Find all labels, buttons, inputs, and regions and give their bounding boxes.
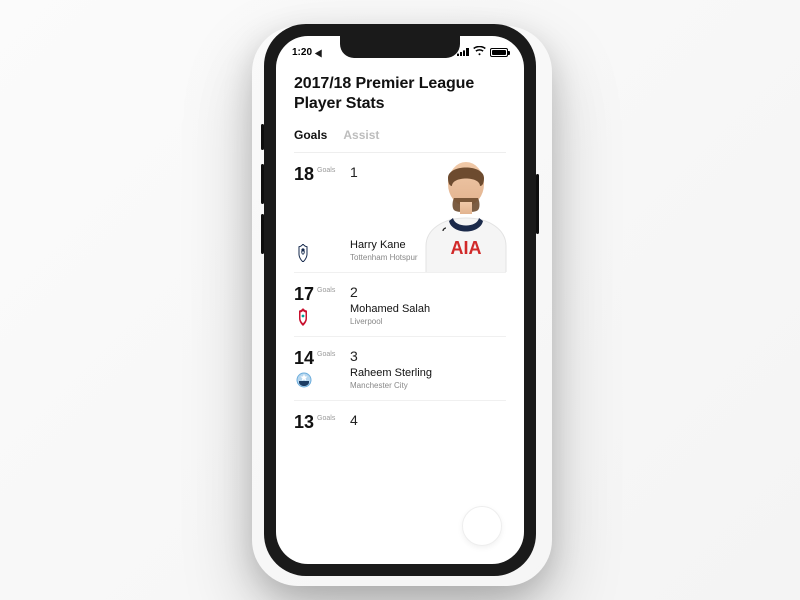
goals-value: 18 <box>294 164 314 184</box>
goals-label: Goals <box>317 415 335 422</box>
club-badge-icon <box>296 244 310 262</box>
goals-value: 14 <box>294 348 314 368</box>
location-icon <box>315 47 325 57</box>
wifi-icon <box>473 46 486 59</box>
player-team: Liverpool <box>350 317 506 326</box>
notch <box>340 36 460 58</box>
player-team: Manchester City <box>350 381 506 390</box>
page-title-line1: 2017/18 Premier League <box>294 75 474 92</box>
tab-goals[interactable]: Goals <box>294 128 327 142</box>
club-badge-icon <box>296 308 310 326</box>
page-title: 2017/18 Premier League Player Stats <box>294 74 506 114</box>
player-name: Harry Kane <box>350 239 506 251</box>
player-row[interactable]: 14Goals 3 Raheem Sterling Manchester Cit… <box>294 337 506 401</box>
goals-value: 13 <box>294 412 314 432</box>
goals-label: Goals <box>317 351 335 358</box>
rank-value: 4 <box>350 413 506 427</box>
player-row[interactable]: 18Goals 1 Harry Kane Tottenham Hotspur <box>294 153 506 273</box>
goals-value: 17 <box>294 284 314 304</box>
player-row[interactable]: 13Goals 4 <box>294 401 506 463</box>
battery-icon <box>490 48 508 57</box>
goals-label: Goals <box>317 287 335 294</box>
club-badge-icon <box>296 372 310 390</box>
player-list[interactable]: 18Goals 1 Harry Kane Tottenham Hotspur <box>294 153 506 463</box>
floating-action-button[interactable] <box>462 506 502 546</box>
page-title-line2: Player Stats <box>294 95 384 112</box>
player-team: Tottenham Hotspur <box>350 253 506 262</box>
tab-assist[interactable]: Assist <box>343 128 379 142</box>
player-name: Mohamed Salah <box>350 303 506 315</box>
tabs: Goals Assist <box>294 128 506 153</box>
status-time: 1:20 <box>292 47 312 58</box>
rank-value: 3 <box>350 349 506 363</box>
player-row[interactable]: 17Goals 2 Mohamed Salah Liverpool <box>294 273 506 337</box>
phone-frame: 1:20 2017/18 Premier League Player Stats… <box>264 24 536 576</box>
screen: 1:20 2017/18 Premier League Player Stats… <box>276 36 524 564</box>
goals-label: Goals <box>317 167 335 174</box>
rank-value: 2 <box>350 285 506 299</box>
player-name: Raheem Sterling <box>350 367 506 379</box>
